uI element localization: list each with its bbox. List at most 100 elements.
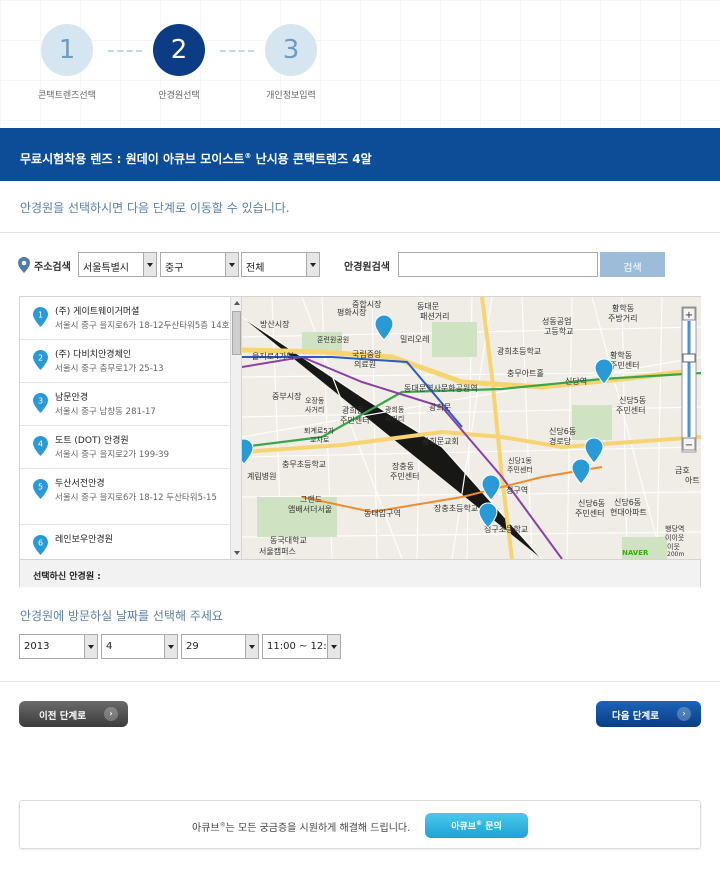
map-label: 패션거리 [420, 311, 449, 321]
map-label: 동대문 [417, 302, 439, 311]
map-label: 경로당 [549, 436, 572, 446]
chevron-down-icon [84, 635, 97, 658]
marker-number: 1 [38, 311, 43, 320]
map-label: 주방거리 [608, 313, 637, 323]
step-2: 2 안경원선택 [124, 24, 234, 101]
list-item[interactable]: 1 (주) 게이트웨이거머셜 서울시 중구 을지로6가 18-12두산타워5층 … [20, 297, 241, 340]
map-label: 이웃 [667, 542, 680, 551]
date-section-title: 안경원에 방문하실 날짜를 선택해 주세요 [20, 609, 223, 623]
city-select-value: 서울특별시 [83, 263, 129, 274]
map-label: 을지로4가역 [252, 351, 294, 361]
step-1: 1 콘택트렌즈선택 [12, 24, 122, 101]
next-step-label: 다음 단계로 [612, 711, 660, 722]
map-label: 밀리오레 [400, 335, 429, 344]
step-1-circle: 1 [41, 24, 93, 76]
step-1-label: 콘택트렌즈선택 [38, 91, 96, 101]
marker-number: 2 [38, 354, 43, 363]
list-item[interactable]: 3 남문안경 서울시 중구 남창동 281-17 [20, 383, 241, 426]
scroll-thumb[interactable] [232, 311, 241, 355]
list-item[interactable]: 5 두산서전안경 서울시 중구 을지로6가 18-12 두산타워5-15 [20, 469, 241, 525]
divider [0, 681, 720, 682]
inquiry-label: 문의 [482, 822, 502, 832]
chevron-down-icon [306, 253, 319, 276]
divider [0, 232, 720, 233]
map-canvas[interactable]: 방산시장 평화시장 중합시장 동대문 패션거리 을지로4가역 훈련원공원 국립중… [242, 297, 701, 559]
search-button[interactable]: 검색 [600, 252, 665, 277]
map-label: 국립중앙 [352, 349, 382, 359]
inquiry-button[interactable]: 아큐브® 문의 [425, 813, 528, 838]
chevron-down-icon [143, 253, 156, 276]
map-scale-label: 200m [667, 551, 684, 558]
district-select-value: 중구 [165, 263, 184, 274]
next-step-button[interactable]: 다음 단계로 › [596, 701, 701, 727]
chevron-right-icon: › [104, 707, 118, 721]
previous-step-label: 이전 단계로 [39, 711, 87, 722]
map-label: 현대아파트 [610, 507, 647, 517]
store-name: 두산서전안경 [55, 479, 105, 489]
zoom-handle[interactable] [682, 353, 696, 363]
previous-step-button[interactable]: 이전 단계로 › [19, 701, 128, 727]
map-label: 광희문교회 [422, 436, 459, 446]
step-2-circle: 2 [153, 24, 205, 76]
marker-2-icon: 2 [33, 350, 48, 370]
store-list[interactable]: 1 (주) 게이트웨이거머셜 서울시 중구 을지로6가 18-12두산타워5층 … [20, 297, 242, 559]
map-label: 이이웃 [665, 533, 685, 542]
map-label: 동대입구역 [364, 508, 401, 518]
store-name: 레인보우안경원 [55, 535, 113, 545]
list-scrollbar[interactable] [230, 297, 241, 559]
store-map-panel: 1 (주) 게이트웨이거머셜 서울시 중구 을지로6가 18-12두산타워5층 … [19, 296, 701, 587]
marker-number: 3 [38, 397, 43, 406]
footer-message: 는 모든 궁금증을 시원하게 해결해 드립니다. [225, 823, 411, 834]
day-select-value: 29 [186, 641, 199, 652]
scroll-down-icon[interactable] [234, 551, 240, 555]
marker-4-icon: 4 [33, 436, 48, 456]
map-label: 동대문역사문화공원역 [404, 383, 478, 393]
map-label: 주민센터 [390, 471, 419, 481]
list-item[interactable]: 4 도트 (DOT) 안경원 서울시 중구 을지로2가 199-39 [20, 426, 241, 469]
footer-text: 아큐브®는 모든 궁금증을 시원하게 해결해 드립니다. [192, 819, 410, 834]
area-select-value: 전체 [246, 263, 265, 274]
map-label: 중부시장 [272, 391, 302, 401]
day-select[interactable]: 29 [181, 634, 259, 659]
store-search-label: 안경원검색 [344, 262, 390, 273]
year-select-value: 2013 [24, 641, 50, 652]
store-name: 도트 (DOT) 안경원 [55, 436, 129, 446]
district-select[interactable]: 중구 [160, 252, 239, 277]
map-label: 성동공업 [542, 317, 571, 326]
list-item[interactable]: 2 (주) 다비치안경체인 서울시 중구 충무로1가 25-13 [20, 340, 241, 383]
banner-text: 무료시험착용 렌즈 : 원데이 아큐브 모이스트 [20, 152, 245, 166]
store-search-input[interactable] [398, 252, 598, 277]
map-label: 장충동 [392, 461, 414, 471]
map-label: 방산시장 [260, 319, 290, 329]
map-label: 주민센터 [610, 360, 639, 370]
list-item[interactable]: 6 레인보우안경원 [20, 525, 241, 559]
banner-text-2: 난시용 콘택트렌즈 4알 [251, 152, 372, 166]
chevron-down-icon [164, 635, 177, 658]
time-select[interactable]: 11:00 ~ 12:00 [262, 634, 341, 659]
scroll-up-icon[interactable] [234, 301, 240, 305]
map-label: 주민센터 [616, 405, 645, 415]
marker-number: 6 [38, 539, 43, 548]
naver-logo: NAVER [622, 549, 649, 557]
marker-5-icon: 5 [33, 479, 48, 499]
map-label: 충무아트홀 [507, 368, 544, 378]
marker-number: 4 [38, 440, 43, 449]
map-label: 계림병원 [247, 471, 276, 481]
map-label: 신당6동 [578, 498, 605, 508]
area-select[interactable]: 전체 [241, 252, 320, 277]
map-label: 사거리 [385, 414, 404, 423]
city-select[interactable]: 서울특별시 [78, 252, 157, 277]
map-label: 오장동 [305, 396, 325, 405]
store-address: 서울시 중구 을지로6가 18-12 두산타워5-15 [55, 493, 217, 503]
map-label: 고등학교 [544, 326, 573, 336]
map-label: 광희동 [385, 405, 405, 414]
store-address: 서울시 중구 남창동 281-17 [55, 407, 156, 417]
selected-store-row: 선택하신 안경원 : [20, 559, 700, 587]
month-select[interactable]: 4 [101, 634, 178, 659]
step-3: 3 개인정보입력 [236, 24, 346, 101]
chevron-down-icon [245, 635, 258, 658]
zoom-control[interactable]: + − [681, 306, 697, 453]
step-3-label: 개인정보입력 [266, 91, 316, 101]
year-select[interactable]: 2013 [19, 634, 98, 659]
store-map[interactable]: 방산시장 평화시장 중합시장 동대문 패션거리 을지로4가역 훈련원공원 국립중… [242, 297, 701, 559]
